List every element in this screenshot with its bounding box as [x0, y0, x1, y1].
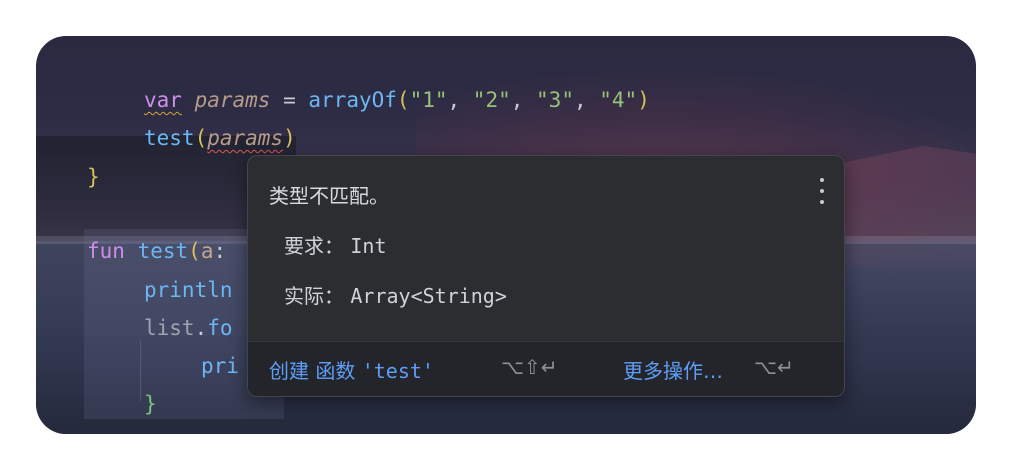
more-options-icon[interactable]	[818, 178, 826, 204]
function-pri: pri	[201, 354, 239, 378]
more-actions-shortcut: ⌥↵	[754, 355, 794, 379]
paren-open: (	[188, 239, 201, 263]
parameter-a: a	[200, 239, 214, 263]
brace-close: }	[87, 165, 100, 189]
paren-open: (	[396, 88, 410, 112]
string-literal: "1"	[409, 88, 448, 112]
function-arrayof: arrayOf	[308, 88, 397, 112]
string-literal: "4"	[599, 88, 638, 112]
function-fo: fo	[207, 316, 233, 340]
paren-close: )	[637, 88, 650, 112]
actual-label: 实际：	[284, 284, 344, 308]
actual-value: Array<String>	[350, 284, 507, 308]
popup-title: 类型不匹配。	[269, 184, 389, 208]
string-literal: "2"	[472, 88, 511, 112]
code-line-4[interactable]: fun test(a:	[87, 237, 226, 265]
identifier-params: params	[194, 88, 271, 112]
brace-close: }	[144, 392, 157, 416]
create-function-action[interactable]: 创建 函数 'test'	[269, 355, 434, 384]
comma: ,	[510, 88, 537, 112]
actual-type-row: 实际： Array<String>	[284, 280, 507, 309]
function-test-decl: test	[137, 239, 189, 263]
create-function-label: 创建 函数	[269, 359, 362, 383]
comma: ,	[573, 88, 600, 112]
required-type-row: 要求： Int	[284, 230, 386, 259]
required-value: Int	[350, 234, 387, 258]
function-println: println	[144, 278, 233, 302]
create-function-shortcut: ⌥⇧↵	[501, 355, 558, 379]
required-label: 要求：	[284, 234, 344, 258]
keyword-var: var	[144, 88, 182, 112]
popup-actions-bar: 创建 函数 'test' ⌥⇧↵ 更多操作… ⌥↵	[248, 341, 844, 396]
more-actions-link[interactable]: 更多操作…	[623, 355, 723, 384]
code-line-8[interactable]: }	[144, 390, 157, 418]
code-line-5[interactable]: println	[144, 276, 233, 304]
paren-close: )	[283, 126, 296, 150]
identifier-list: list	[144, 316, 195, 340]
dot: .	[194, 316, 208, 340]
colon: :	[213, 239, 227, 263]
code-line-1[interactable]: var params = arrayOf("1", "2", "3", "4")	[144, 86, 650, 114]
code-line-3[interactable]: }	[87, 163, 100, 191]
code-line-7[interactable]: pri	[201, 352, 239, 380]
comma: ,	[447, 88, 473, 112]
paren-open: (	[194, 126, 208, 150]
create-function-name: 'test'	[361, 359, 434, 383]
type-mismatch-popup: 类型不匹配。 要求： Int 实际： Array<String> 创建 函数 '…	[247, 155, 845, 397]
operator-assign: =	[270, 88, 309, 112]
code-line-6[interactable]: list.fo	[144, 314, 233, 342]
function-test-call: test	[144, 126, 195, 150]
string-literal: "3"	[536, 88, 574, 112]
keyword-fun: fun	[87, 239, 125, 263]
argument-params-error[interactable]: params	[207, 126, 283, 150]
code-line-2[interactable]: test(params)	[144, 124, 296, 152]
